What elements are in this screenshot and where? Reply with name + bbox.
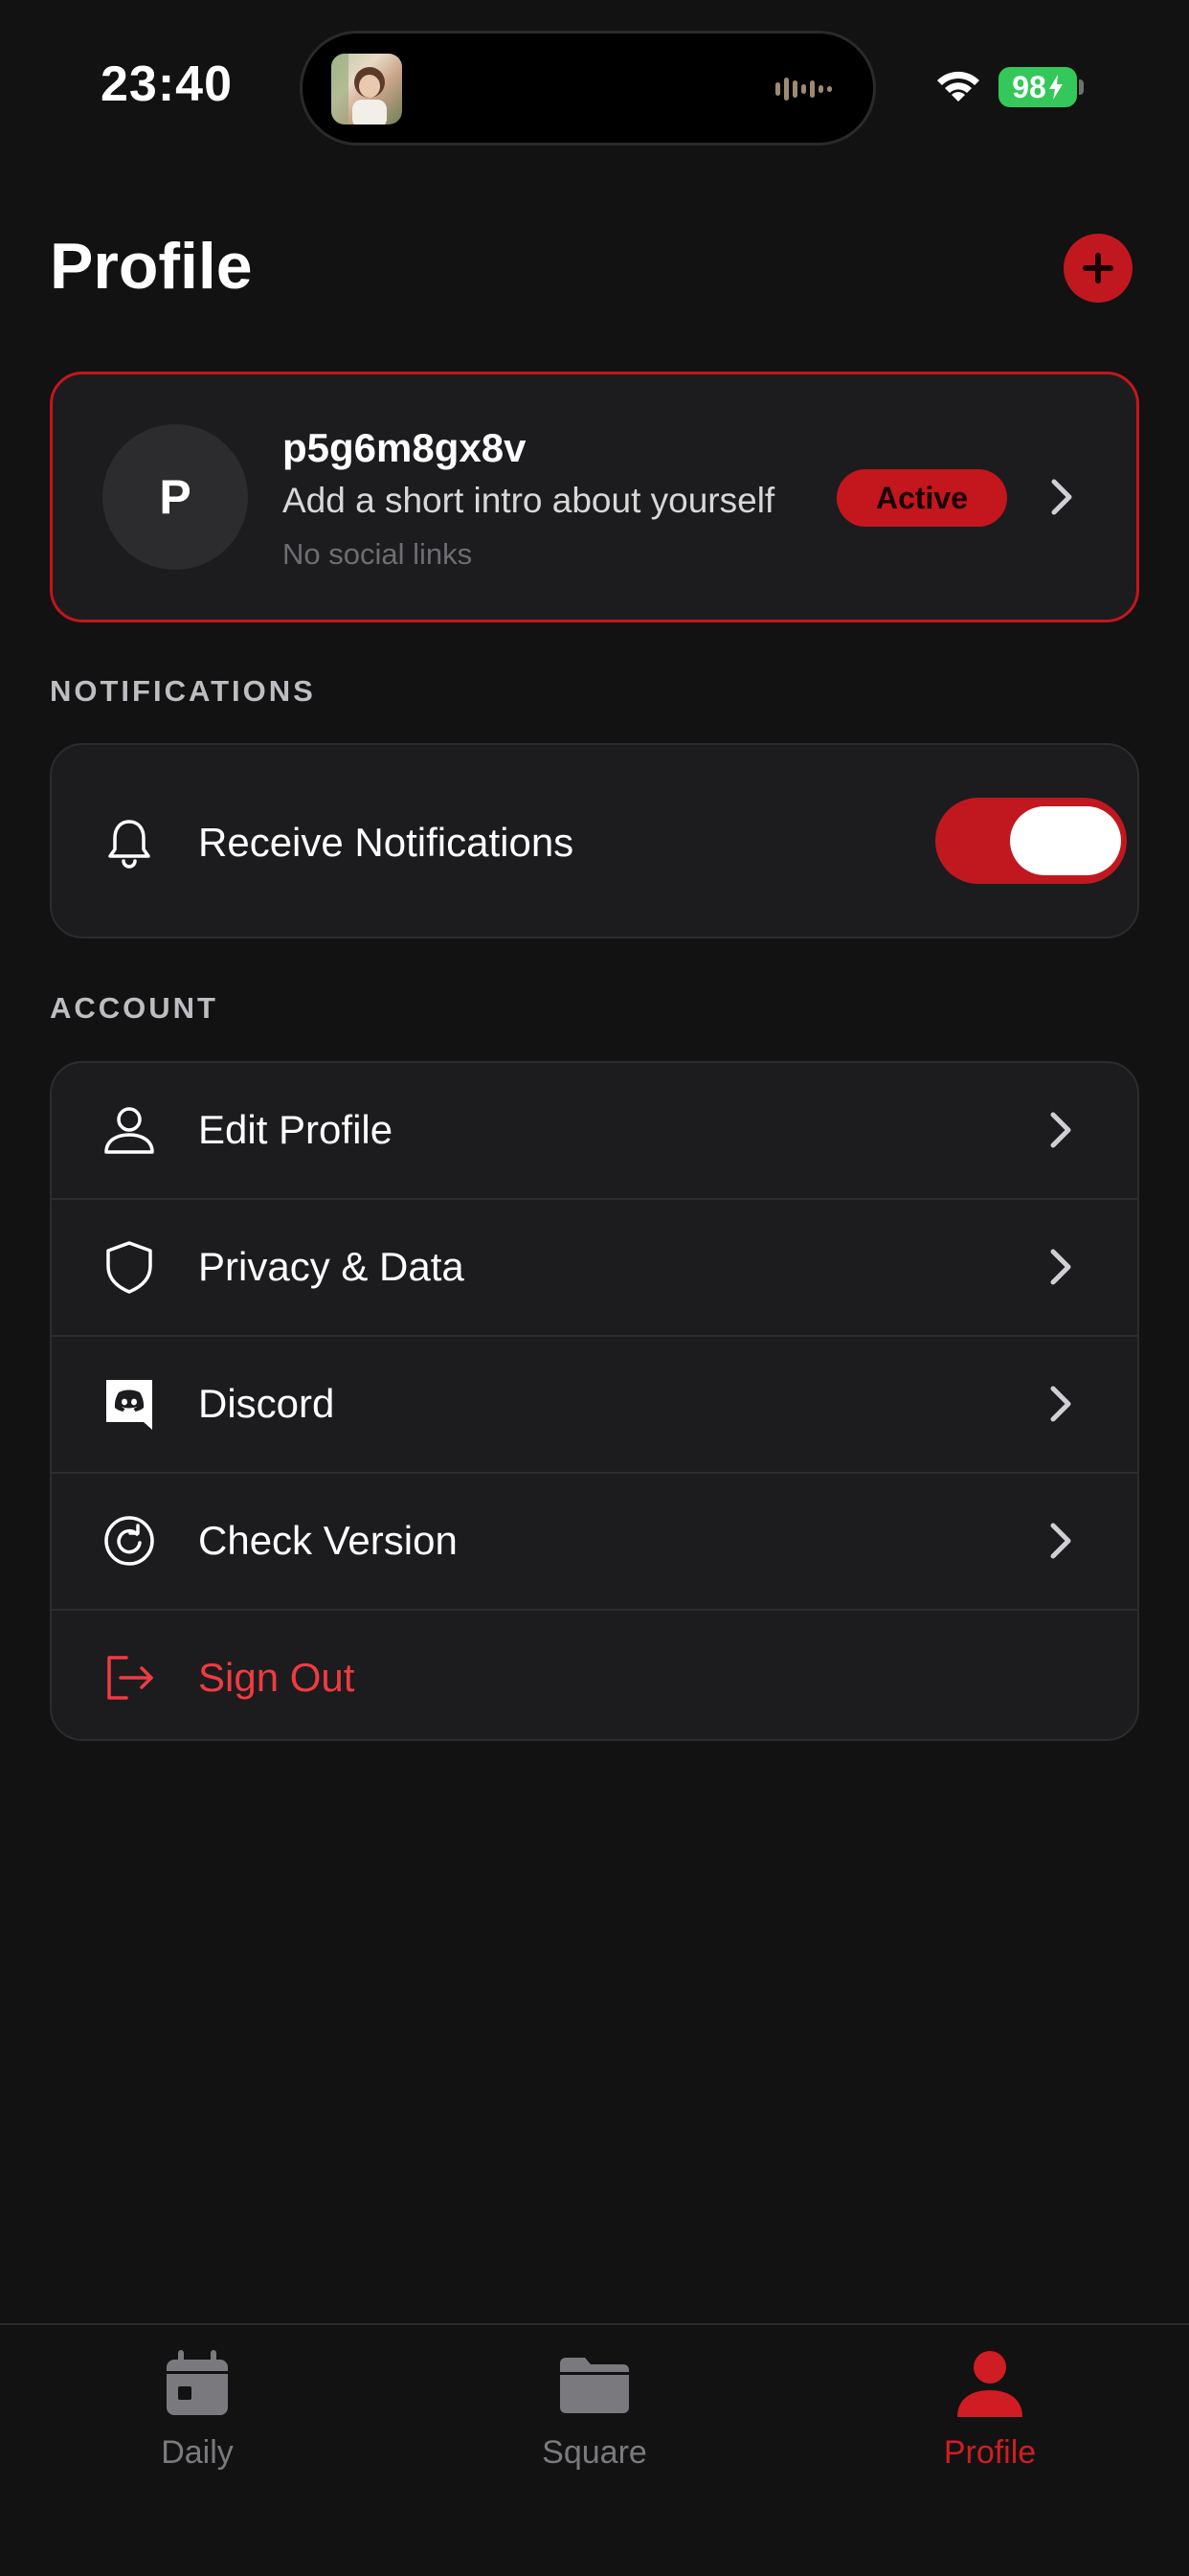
status-time: 23:40 <box>101 56 233 112</box>
wifi-icon <box>937 71 979 102</box>
avatar: P <box>102 424 248 570</box>
tab-daily-label: Daily <box>161 2434 234 2471</box>
avatar-initial: P <box>159 470 191 524</box>
plus-icon <box>1083 253 1113 283</box>
tab-profile[interactable]: Profile <box>846 2346 1133 2490</box>
notifications-toggle[interactable] <box>935 798 1127 884</box>
receive-notifications-label: Receive Notifications <box>198 820 574 865</box>
add-button[interactable] <box>1064 234 1133 303</box>
profile-intro: Add a short intro about yourself <box>282 481 775 520</box>
profile-username: p5g6m8gx8v <box>282 425 527 470</box>
profile-card[interactable]: P p5g6m8gx8v Add a short intro about you… <box>50 372 1139 622</box>
account-card: Edit Profile Privacy & Data Discord Chec… <box>50 1061 1139 1741</box>
tab-daily[interactable]: Daily <box>54 2346 341 2490</box>
tab-square-label: Square <box>542 2434 647 2471</box>
tab-bar: Daily Square Profile <box>0 2323 1189 2576</box>
check-version-row[interactable]: Check Version <box>52 1474 1137 1611</box>
person-icon <box>957 2351 1022 2417</box>
audio-wave-icon <box>775 78 832 101</box>
chevron-right-icon <box>1050 1112 1071 1148</box>
receive-notifications-row[interactable]: Receive Notifications <box>52 745 1137 937</box>
battery-indicator: 98 <box>998 67 1077 107</box>
discord-label: Discord <box>198 1381 335 1426</box>
person-icon <box>104 1107 154 1154</box>
folder-icon <box>560 2358 629 2413</box>
chevron-right-icon <box>1051 479 1072 515</box>
profile-social-links: No social links <box>282 537 473 571</box>
battery-tip <box>1079 79 1084 95</box>
status-badge: Active <box>837 469 1007 527</box>
calendar-icon <box>167 2350 228 2415</box>
sign-out-icon <box>107 1656 153 1700</box>
battery-level: 98 <box>1012 69 1046 104</box>
privacy-data-row[interactable]: Privacy & Data <box>52 1200 1137 1337</box>
sign-out-row[interactable]: Sign Out <box>52 1611 1137 1739</box>
refresh-icon <box>104 1516 154 1566</box>
tab-profile-label: Profile <box>943 2434 1037 2471</box>
chevron-right-icon <box>1050 1523 1071 1559</box>
check-version-label: Check Version <box>198 1518 458 1563</box>
chevron-right-icon <box>1050 1249 1071 1285</box>
notifications-card: Receive Notifications <box>50 743 1139 938</box>
now-playing-thumbnail <box>331 54 402 124</box>
edit-profile-label: Edit Profile <box>198 1107 393 1152</box>
page-title: Profile <box>50 230 253 303</box>
section-label-notifications: NOTIFICATIONS <box>50 674 316 708</box>
discord-icon <box>106 1380 152 1430</box>
dynamic-island[interactable] <box>300 31 876 146</box>
privacy-data-label: Privacy & Data <box>198 1244 464 1289</box>
tab-square[interactable]: Square <box>451 2346 738 2490</box>
bell-icon <box>108 820 150 869</box>
shield-icon <box>106 1241 152 1294</box>
sign-out-label: Sign Out <box>198 1655 355 1700</box>
discord-row[interactable]: Discord <box>52 1337 1137 1474</box>
section-label-account: ACCOUNT <box>50 991 218 1025</box>
toggle-knob <box>1010 806 1121 875</box>
edit-profile-row[interactable]: Edit Profile <box>52 1063 1137 1200</box>
charging-bolt-icon <box>1048 75 1063 100</box>
chevron-right-icon <box>1050 1386 1071 1422</box>
